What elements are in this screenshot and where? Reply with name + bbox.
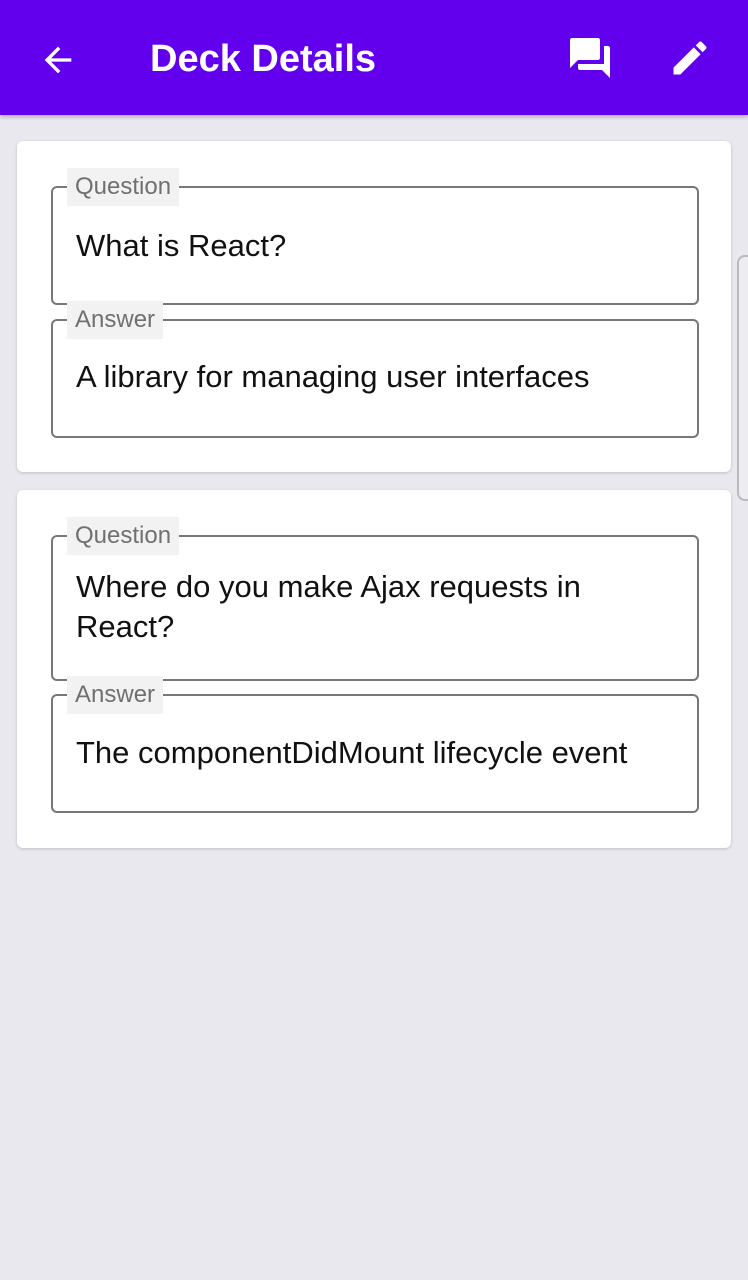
app-bar: Deck Details <box>0 0 748 115</box>
question-field[interactable]: Question What is React? <box>51 168 699 305</box>
arrow-back-icon <box>44 46 72 74</box>
question-field[interactable]: Question Where do you make Ajax requests… <box>51 517 699 681</box>
edit-button[interactable] <box>660 28 720 88</box>
answer-text: The componentDidMount lifecycle event <box>76 735 628 770</box>
question-label: Question <box>67 168 180 206</box>
page-title: Deck Details <box>150 38 377 80</box>
question-text: What is React? <box>76 228 287 263</box>
cards-button[interactable] <box>560 28 620 88</box>
edit-pencil-icon <box>673 41 707 75</box>
flashcard: Question What is React? Answer A library… <box>17 141 731 472</box>
answer-label: Answer <box>67 676 164 714</box>
flashcard: Question Where do you make Ajax requests… <box>17 490 731 848</box>
answer-field[interactable]: Answer The componentDidMount lifecycle e… <box>51 676 699 813</box>
answer-label: Answer <box>67 301 164 339</box>
question-label: Question <box>67 517 180 555</box>
forum-icon <box>570 38 610 78</box>
answer-text: A library for managing user interfaces <box>76 359 590 394</box>
side-drawer-handle[interactable] <box>737 255 748 501</box>
answer-field[interactable]: Answer A library for managing user inter… <box>51 301 699 438</box>
back-button[interactable] <box>28 30 88 90</box>
question-text: Where do you make Ajax requests in React… <box>76 569 581 644</box>
